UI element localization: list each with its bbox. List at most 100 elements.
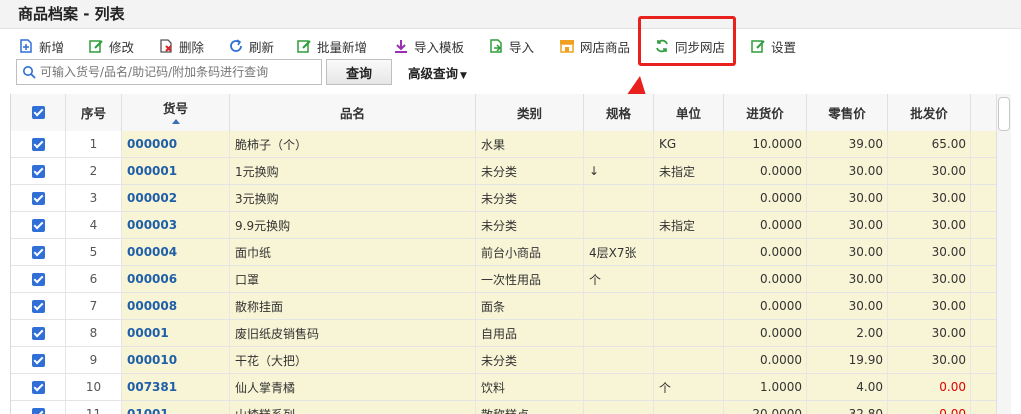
- cell-idx: 8: [66, 320, 122, 346]
- import-icon: [490, 39, 502, 53]
- caret-down-icon: ▼: [460, 71, 467, 81]
- row-checkbox[interactable]: [31, 353, 45, 367]
- cell-wholesale: 30.00: [888, 266, 971, 292]
- row-select-cell[interactable]: [11, 374, 66, 400]
- table-row[interactable]: 1101001山楂糕系列散称糕点 20.000032.800.00: [11, 401, 997, 414]
- delete-button[interactable]: 删除: [158, 34, 204, 58]
- header-retail[interactable]: 零售价: [807, 94, 888, 131]
- table-row[interactable]: 5 000004 面巾纸 前台小商品 4层X7张 0.0000 30.00 30.00: [11, 239, 997, 266]
- add-button[interactable]: 新增: [18, 34, 64, 58]
- header-wholesale[interactable]: 批发价: [888, 94, 971, 131]
- scrollbar-thumb[interactable]: [998, 97, 1010, 131]
- page-title: 商品档案 - 列表: [18, 5, 125, 23]
- search-input[interactable]: [40, 65, 310, 79]
- cell-name: 1元换购: [230, 158, 476, 184]
- row-select-cell[interactable]: [11, 293, 66, 319]
- cell-unit: [654, 347, 724, 373]
- cell-name: 散称挂面: [230, 293, 476, 319]
- header-spec[interactable]: 规格: [584, 94, 654, 131]
- table-row[interactable]: 1 000000 脆柿子（个） 水果 KG 10.0000 39.00 65.00: [11, 131, 997, 158]
- row-select-cell[interactable]: [11, 347, 66, 373]
- header-category[interactable]: 类别: [476, 94, 584, 131]
- row-checkbox[interactable]: [31, 407, 45, 414]
- table-row[interactable]: 2 000001 1元换购 未分类 ↓ 未指定 0.0000 30.00 30.00: [11, 158, 997, 185]
- header-index[interactable]: 序号: [66, 94, 122, 131]
- table-row[interactable]: 6 000006 口罩 一次性用品个 0.0000 30.00 30.00: [11, 266, 997, 293]
- row-select-cell[interactable]: [11, 212, 66, 238]
- query-button[interactable]: 查询: [326, 59, 392, 85]
- row-select-cell[interactable]: [11, 320, 66, 346]
- row-padding-cell: [971, 293, 997, 319]
- cell-retail: 32.80: [807, 401, 888, 414]
- cell-idx: 5: [66, 239, 122, 265]
- row-checkbox[interactable]: [31, 164, 45, 178]
- select-all-checkbox[interactable]: [31, 106, 45, 119]
- import-button[interactable]: 导入: [488, 34, 534, 58]
- sync-shop-button[interactable]: 同步网店: [654, 34, 725, 58]
- settings-button[interactable]: 设置: [750, 34, 796, 58]
- row-padding-cell: [971, 131, 997, 157]
- batch-add-icon: [297, 40, 311, 53]
- row-checkbox[interactable]: [31, 380, 45, 394]
- row-checkbox[interactable]: [31, 218, 45, 232]
- sync-shop-label: 同步网店: [675, 39, 726, 55]
- header-unit[interactable]: 单位: [654, 94, 724, 131]
- shop-products-button[interactable]: 网店商品: [559, 34, 630, 58]
- cell-wholesale: 30.00: [888, 239, 971, 265]
- row-select-cell[interactable]: [11, 131, 66, 157]
- header-code-label: 货号: [162, 101, 188, 116]
- shop-products-label: 网店商品: [580, 39, 631, 55]
- edit-icon: [89, 40, 103, 53]
- vertical-scrollbar[interactable]: [996, 94, 1011, 414]
- cell-wholesale: 30.00: [888, 158, 971, 184]
- delete-doc-icon: [160, 39, 172, 53]
- table-row[interactable]: 8 00001 废旧纸皮销售码 自用品 0.0000 2.00 30.00: [11, 320, 997, 347]
- row-checkbox[interactable]: [31, 191, 45, 205]
- cell-category: 前台小商品: [476, 239, 584, 265]
- row-select-cell[interactable]: [11, 266, 66, 292]
- batch-add-button[interactable]: 批量新增: [296, 34, 367, 58]
- table-row[interactable]: 9 000010 干花（大把） 未分类 0.0000 19.90 30.00: [11, 347, 997, 374]
- cell-cost: 10.0000: [724, 131, 807, 157]
- advanced-query-dropdown[interactable]: 高级查询 ▼: [408, 63, 467, 82]
- row-checkbox[interactable]: [31, 137, 45, 151]
- cell-code: 000006: [122, 266, 230, 292]
- row-select-cell[interactable]: [11, 158, 66, 184]
- cell-spec: [584, 320, 654, 346]
- cell-spec: [584, 347, 654, 373]
- table-row[interactable]: 4 000003 9.9元换购 未分类 未指定 0.0000 30.00 30.00: [11, 212, 997, 239]
- cell-name: 仙人掌青橘: [230, 374, 476, 400]
- cell-spec: [584, 293, 654, 319]
- row-padding-cell: [971, 212, 997, 238]
- import-template-button[interactable]: 导入模板: [393, 34, 464, 58]
- refresh-button[interactable]: 刷新: [228, 34, 274, 58]
- row-checkbox[interactable]: [31, 299, 45, 313]
- cell-unit: KG: [654, 131, 724, 157]
- row-checkbox[interactable]: [31, 326, 45, 340]
- header-name[interactable]: 品名: [230, 94, 476, 131]
- cell-spec: 个: [584, 266, 654, 292]
- cell-code: 000004: [122, 239, 230, 265]
- header-cost[interactable]: 进货价: [724, 94, 807, 131]
- cell-category: 水果: [476, 131, 584, 157]
- table-row[interactable]: 10 007381 仙人掌青橘 饮料 个 1.0000 4.00 0.00: [11, 374, 997, 401]
- cell-idx: 2: [66, 158, 122, 184]
- row-padding-cell: [971, 374, 997, 400]
- row-select-cell[interactable]: [11, 401, 66, 414]
- cell-retail: 30.00: [807, 185, 888, 211]
- cell-idx: 6: [66, 266, 122, 292]
- header-code[interactable]: 货号: [122, 94, 230, 131]
- settings-edit-icon: [751, 40, 765, 53]
- cell-cost: 0.0000: [724, 239, 807, 265]
- row-checkbox[interactable]: [31, 245, 45, 259]
- row-checkbox[interactable]: [31, 272, 45, 286]
- cell-wholesale: 0.00: [888, 374, 971, 400]
- row-select-cell[interactable]: [11, 239, 66, 265]
- batch-add-label: 批量新增: [317, 39, 368, 55]
- table-row[interactable]: 3 000002 3元换购 未分类 0.0000 30.00 30.00: [11, 185, 997, 212]
- cell-spec: [584, 212, 654, 238]
- table-row[interactable]: 7 000008 散称挂面 面条 0.0000 30.00 30.00: [11, 293, 997, 320]
- row-select-cell[interactable]: [11, 185, 66, 211]
- header-select-all[interactable]: [11, 94, 66, 131]
- edit-button[interactable]: 修改: [88, 34, 134, 58]
